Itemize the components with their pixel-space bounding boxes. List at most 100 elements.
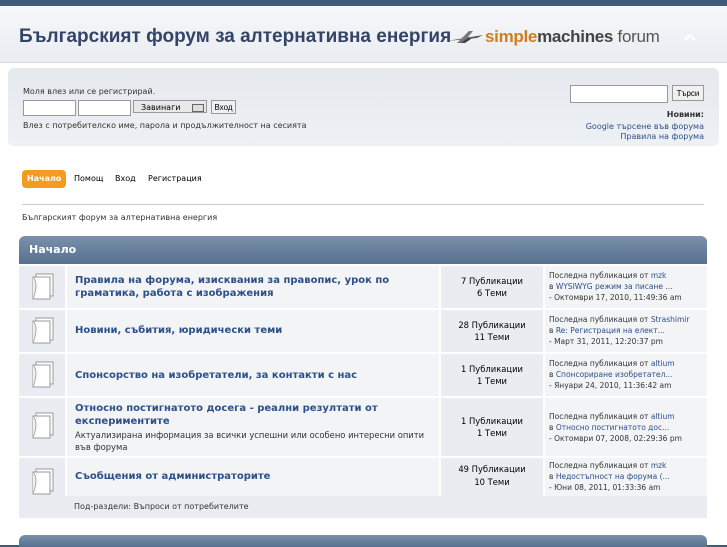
last-post-author-link[interactable]: altium: [651, 412, 675, 421]
board-last-post-cell: Последна публикация от mzk в Недостъпнос…: [545, 458, 707, 496]
board-stats-cell: 7 Публикации 6 Теми: [441, 266, 543, 308]
forum-title[interactable]: Българският форум за алтернативна енерги…: [19, 26, 451, 48]
last-post-date: - Юни 08, 2011, 01:33:36 am: [549, 483, 661, 492]
board-no-new-posts-icon: [32, 468, 54, 495]
menu-divider: [22, 204, 704, 205]
board-no-new-posts-icon: [32, 412, 54, 439]
logo-machines-text: machines: [537, 27, 614, 46]
board-post-count: 1 Публикации: [461, 364, 523, 374]
board-topic-count: 6 Теми: [476, 288, 508, 298]
board-name[interactable]: Новини, събития, юридически теми: [75, 324, 282, 337]
board-topic-count: 1 Теми: [476, 376, 508, 386]
user-section: Моля влез или се регистрирай. Завинаги В…: [8, 68, 719, 146]
board-last-post-cell: Последна публикация от mzk в WYSIWYG реж…: [545, 266, 707, 308]
logo-forum-text: forum: [613, 27, 660, 46]
last-post-date: - Октомври 07, 2008, 02:29:36 pm: [549, 434, 682, 443]
smf-logo[interactable]: simplemachines forum: [447, 27, 660, 49]
board-topic-count: 11 Теми: [474, 332, 510, 342]
board-stats-cell: 1 Публикации 1 Теми: [441, 354, 543, 396]
login-button[interactable]: Вход: [211, 100, 236, 114]
login-prompt: Моля влез или се регистрирай.: [23, 87, 156, 96]
dropdown-arrow-icon: [192, 104, 204, 112]
last-post-topic-link[interactable]: WYSIWYG режим за писане ...: [556, 282, 673, 291]
last-post-author-link[interactable]: mzk: [651, 271, 667, 280]
last-post-author-link[interactable]: mzk: [651, 461, 667, 470]
child-boards-label: Под-раздели:: [74, 502, 132, 511]
news-title: Новини:: [666, 110, 704, 119]
board-post-count: 49 Публикации: [458, 464, 526, 474]
board-row: Правила на форума, изисквания за правопи…: [19, 266, 707, 308]
last-post-in-label: в: [549, 423, 556, 432]
last-post-date: - Януари 24, 2010, 11:36:42 am: [549, 381, 672, 390]
category-header: Начало: [19, 236, 707, 264]
board-post-count: 28 Публикации: [458, 320, 526, 330]
menu-item-home[interactable]: Начало: [22, 170, 67, 188]
smf-logo-icon: [447, 31, 483, 43]
board-no-new-posts-icon: [32, 361, 54, 388]
board-info-cell: Правила на форума, изисквания за правопи…: [67, 266, 439, 308]
child-boards-row: Под-раздели: Въпроси от потребителите: [19, 496, 707, 518]
board-description: Актуализирана информация за всички успеш…: [75, 430, 425, 452]
last-post-author-link[interactable]: altium: [651, 359, 675, 368]
board-last-post-cell: Последна публикация от Strashimir в Re: …: [545, 310, 707, 352]
category-title[interactable]: Начало: [29, 243, 76, 256]
board-row: Съобщения от администраторите 49 Публика…: [19, 458, 707, 496]
menu-item-login[interactable]: Вход: [115, 170, 136, 188]
board-name[interactable]: Спонсорство на изобретатели, за контакти…: [75, 369, 357, 382]
username-input[interactable]: [23, 100, 76, 116]
board-stats-cell: 28 Публикации 11 Теми: [441, 310, 543, 352]
board-last-post-cell: Последна публикация от altium в Относно …: [545, 398, 707, 456]
child-boards-list: Под-раздели: Въпроси от потребителите: [74, 502, 249, 511]
last-post-date: - Март 31, 2011, 12:20:37 pm: [549, 337, 663, 346]
board-no-new-posts-icon: [32, 273, 54, 300]
board-no-new-posts-icon: [32, 317, 54, 344]
last-post-in-label: в: [549, 326, 556, 335]
last-post-by-label: Последна публикация от: [549, 412, 651, 421]
last-post-date: - Октомври 17, 2010, 11:49:36 am: [549, 293, 682, 302]
login-hint: Влез с потребителско име, парола и продъ…: [23, 121, 307, 130]
news-link-forum-rules[interactable]: Правила на форума: [620, 132, 704, 141]
board-icon-cell: [19, 354, 65, 396]
board-topic-count: 1 Теми: [476, 428, 508, 438]
last-post-by-label: Последна публикация от: [549, 359, 651, 368]
last-post-topic-link[interactable]: Спонсориране изобретател...: [556, 370, 673, 379]
board-last-post-cell: Последна публикация от altium в Спонсори…: [545, 354, 707, 396]
board-row: Новини, събития, юридически теми 28 Публ…: [19, 310, 707, 352]
breadcrumb[interactable]: Българският форум за алтернативна енерги…: [22, 213, 217, 222]
last-post-topic-link[interactable]: Относно постигнатото дос...: [556, 423, 669, 432]
collapse-upshrink-icon[interactable]: [683, 32, 697, 42]
password-input[interactable]: [78, 100, 131, 116]
session-duration-value: Завинаги: [141, 103, 181, 112]
last-post-in-label: в: [549, 472, 556, 481]
news-link-google-search[interactable]: Google търсене във форума: [586, 122, 704, 131]
last-post-in-label: в: [549, 370, 556, 379]
last-post-topic-link[interactable]: Re: Регистрация на елект...: [556, 326, 665, 335]
forum-header: Българският форум за алтернативна енерги…: [0, 6, 727, 63]
last-post-author-link[interactable]: Strashimir: [651, 315, 690, 324]
board-icon-cell: [19, 266, 65, 308]
board-icon-cell: [19, 458, 65, 496]
board-info-cell: Новини, събития, юридически теми: [67, 310, 439, 352]
board-icon-cell: [19, 310, 65, 352]
last-post-by-label: Последна публикация от: [549, 461, 651, 470]
search-input[interactable]: [570, 85, 668, 103]
menu-item-register[interactable]: Регистрация: [148, 170, 202, 188]
board-name[interactable]: Правила на форума, изисквания за правопи…: [75, 274, 435, 300]
board-name[interactable]: Съобщения от администраторите: [75, 470, 270, 483]
board-info-cell: Относно постигнатото досега - реални рез…: [67, 398, 439, 456]
board-post-count: 7 Публикации: [461, 276, 523, 286]
session-duration-select[interactable]: Завинаги: [133, 100, 207, 113]
child-board-link[interactable]: Въпроси от потребителите: [134, 502, 249, 511]
board-name[interactable]: Относно постигнатото досега - реални рез…: [75, 402, 437, 428]
logo-simple-text: simple: [485, 27, 538, 46]
board-stats-cell: 1 Публикации 1 Теми: [441, 398, 543, 456]
last-post-by-label: Последна публикация от: [549, 315, 651, 324]
board-post-count: 1 Публикации: [461, 416, 523, 426]
search-button[interactable]: Търси: [672, 85, 704, 101]
menu-item-help[interactable]: Помощ: [74, 170, 103, 188]
board-topic-count: 10 Теми: [474, 477, 510, 487]
last-post-in-label: в: [549, 282, 556, 291]
board-info-cell: Спонсорство на изобретатели, за контакти…: [67, 354, 439, 396]
board-info-cell: Съобщения от администраторите: [67, 458, 439, 496]
last-post-topic-link[interactable]: Недостъпност на форума (...: [556, 472, 670, 481]
